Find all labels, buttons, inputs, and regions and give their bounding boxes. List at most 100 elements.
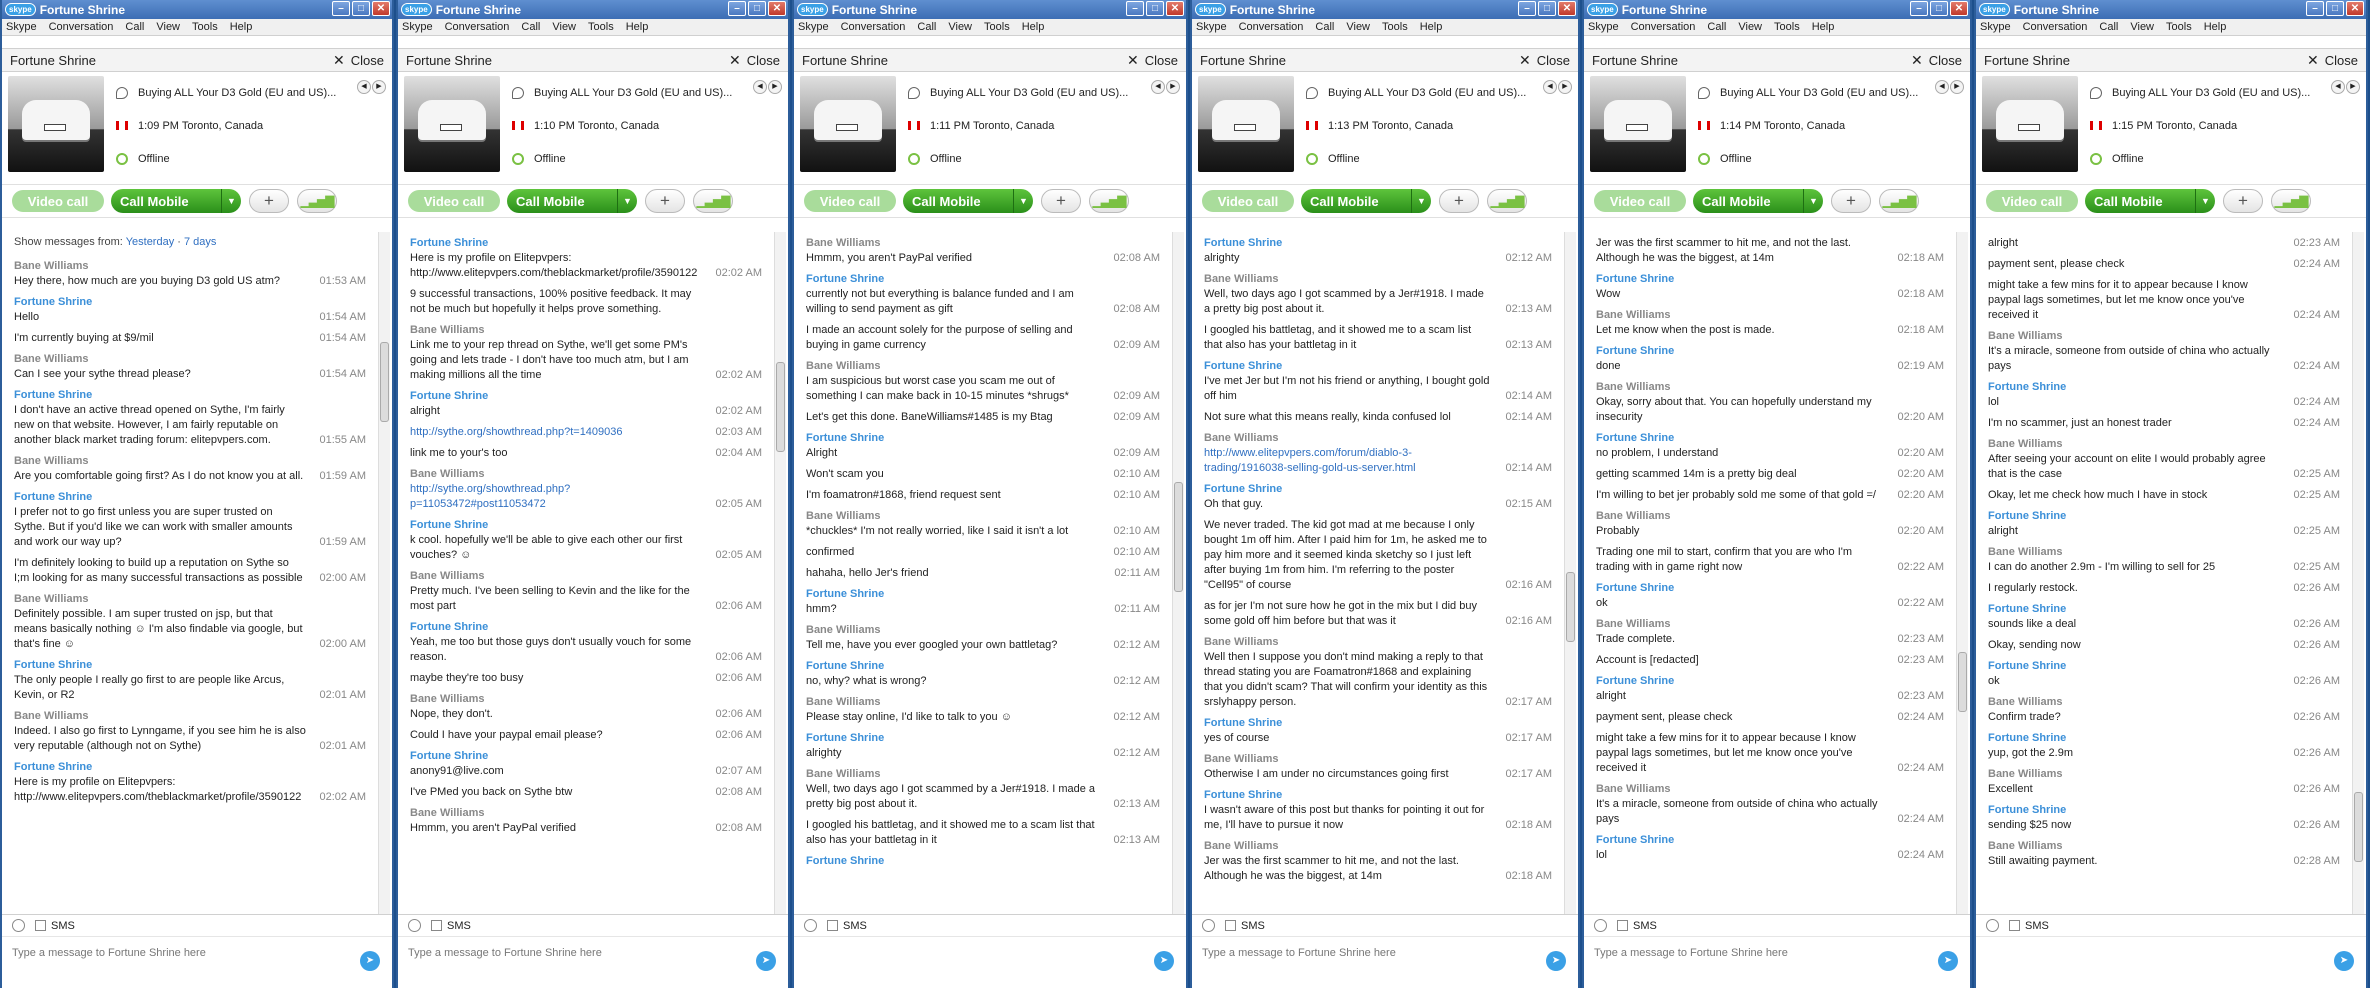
menu-tools[interactable]: Tools: [1382, 21, 1408, 33]
chevron-down-icon[interactable]: ▼: [221, 189, 241, 213]
send-icon[interactable]: ➤: [1546, 951, 1566, 971]
chat-scrollbar[interactable]: [2352, 232, 2364, 914]
emoticon-icon[interactable]: [1986, 919, 1999, 932]
sms-checkbox[interactable]: [827, 920, 838, 931]
emoticon-icon[interactable]: [12, 919, 25, 932]
menu-call[interactable]: Call: [1707, 21, 1726, 33]
video-call-button[interactable]: Video call: [408, 190, 500, 212]
menu-help[interactable]: Help: [626, 21, 649, 33]
next-arrow-icon[interactable]: ▶: [2346, 80, 2360, 94]
scroll-thumb[interactable]: [1174, 482, 1183, 592]
menu-call[interactable]: Call: [2099, 21, 2118, 33]
maximize-button[interactable]: □: [1146, 1, 1164, 16]
call-mobile-button[interactable]: Call Mobile ▼: [2085, 189, 2215, 213]
call-quality-icon[interactable]: ▁▃▅▇: [2271, 189, 2311, 213]
close-window-button[interactable]: ✕: [2346, 1, 2364, 16]
call-mobile-button[interactable]: Call Mobile ▼: [903, 189, 1033, 213]
message-input[interactable]: Type a message to Fortune Shrine here ➤: [398, 937, 788, 988]
call-mobile-button[interactable]: Call Mobile ▼: [1301, 189, 1431, 213]
minimize-button[interactable]: –: [1910, 1, 1928, 16]
scroll-thumb[interactable]: [1566, 572, 1575, 642]
chevron-down-icon[interactable]: ▼: [1803, 189, 1823, 213]
message-input[interactable]: ➤: [1976, 937, 2366, 988]
menu-skype[interactable]: Skype: [798, 21, 829, 33]
sms-checkbox[interactable]: [431, 920, 442, 931]
call-mobile-button[interactable]: Call Mobile ▼: [507, 189, 637, 213]
send-icon[interactable]: ➤: [756, 951, 776, 971]
add-button[interactable]: +: [1831, 189, 1871, 213]
prev-arrow-icon[interactable]: ◀: [1935, 80, 1949, 94]
menu-tools[interactable]: Tools: [192, 21, 218, 33]
menu-view[interactable]: View: [552, 21, 576, 33]
next-arrow-icon[interactable]: ▶: [768, 80, 782, 94]
close-conversation-button[interactable]: ✕ Close: [729, 52, 780, 69]
chevron-down-icon[interactable]: ▼: [1013, 189, 1033, 213]
chat-scrollbar[interactable]: [1564, 232, 1576, 914]
close-conversation-button[interactable]: ✕ Close: [333, 52, 384, 69]
maximize-button[interactable]: □: [748, 1, 766, 16]
sms-checkbox[interactable]: [2009, 920, 2020, 931]
menu-call[interactable]: Call: [917, 21, 936, 33]
menu-conversation[interactable]: Conversation: [841, 21, 906, 33]
yesterday-link[interactable]: Yesterday: [126, 236, 175, 248]
call-mobile-button[interactable]: Call Mobile ▼: [111, 189, 241, 213]
send-icon[interactable]: ➤: [1938, 951, 1958, 971]
close-window-button[interactable]: ✕: [1950, 1, 1968, 16]
maximize-button[interactable]: □: [352, 1, 370, 16]
emoticon-icon[interactable]: [804, 919, 817, 932]
menu-tools[interactable]: Tools: [984, 21, 1010, 33]
seven-days-link[interactable]: 7 days: [184, 236, 216, 248]
chat-scrollbar[interactable]: [1956, 232, 1968, 914]
send-icon[interactable]: ➤: [1154, 951, 1174, 971]
menu-help[interactable]: Help: [1812, 21, 1835, 33]
video-call-button[interactable]: Video call: [12, 190, 104, 212]
message-input[interactable]: Type a message to Fortune Shrine here ➤: [2, 937, 392, 988]
menu-conversation[interactable]: Conversation: [1239, 21, 1304, 33]
menu-help[interactable]: Help: [2204, 21, 2227, 33]
menu-help[interactable]: Help: [1022, 21, 1045, 33]
minimize-button[interactable]: –: [1518, 1, 1536, 16]
menu-conversation[interactable]: Conversation: [1631, 21, 1696, 33]
send-icon[interactable]: ➤: [2334, 951, 2354, 971]
call-quality-icon[interactable]: ▁▃▅▇: [297, 189, 337, 213]
sms-checkbox[interactable]: [1225, 920, 1236, 931]
maximize-button[interactable]: □: [1930, 1, 1948, 16]
prev-arrow-icon[interactable]: ◀: [1543, 80, 1557, 94]
maximize-button[interactable]: □: [1538, 1, 1556, 16]
video-call-button[interactable]: Video call: [1594, 190, 1686, 212]
menu-conversation[interactable]: Conversation: [49, 21, 114, 33]
chevron-down-icon[interactable]: ▼: [617, 189, 637, 213]
call-quality-icon[interactable]: ▁▃▅▇: [1879, 189, 1919, 213]
menu-view[interactable]: View: [1346, 21, 1370, 33]
add-button[interactable]: +: [1041, 189, 1081, 213]
emoticon-icon[interactable]: [1202, 919, 1215, 932]
add-button[interactable]: +: [645, 189, 685, 213]
send-icon[interactable]: ➤: [360, 951, 380, 971]
menu-view[interactable]: View: [1738, 21, 1762, 33]
emoticon-icon[interactable]: [408, 919, 421, 932]
chevron-down-icon[interactable]: ▼: [1411, 189, 1431, 213]
add-button[interactable]: +: [1439, 189, 1479, 213]
add-button[interactable]: +: [2223, 189, 2263, 213]
chat-scrollbar[interactable]: [378, 232, 390, 914]
chat-scrollbar[interactable]: [1172, 232, 1184, 914]
menu-call[interactable]: Call: [521, 21, 540, 33]
minimize-button[interactable]: –: [2306, 1, 2324, 16]
close-conversation-button[interactable]: ✕ Close: [1127, 52, 1178, 69]
menu-skype[interactable]: Skype: [1980, 21, 2011, 33]
menu-tools[interactable]: Tools: [1774, 21, 1800, 33]
minimize-button[interactable]: –: [1126, 1, 1144, 16]
call-quality-icon[interactable]: ▁▃▅▇: [693, 189, 733, 213]
menu-skype[interactable]: Skype: [6, 21, 37, 33]
sms-checkbox[interactable]: [1617, 920, 1628, 931]
maximize-button[interactable]: □: [2326, 1, 2344, 16]
close-window-button[interactable]: ✕: [1166, 1, 1184, 16]
close-conversation-button[interactable]: ✕ Close: [1519, 52, 1570, 69]
scroll-thumb[interactable]: [1958, 652, 1967, 712]
chevron-down-icon[interactable]: ▼: [2195, 189, 2215, 213]
menu-call[interactable]: Call: [125, 21, 144, 33]
close-conversation-button[interactable]: ✕ Close: [2307, 52, 2358, 69]
prev-arrow-icon[interactable]: ◀: [2331, 80, 2345, 94]
chat-scrollbar[interactable]: [774, 232, 786, 914]
close-window-button[interactable]: ✕: [1558, 1, 1576, 16]
